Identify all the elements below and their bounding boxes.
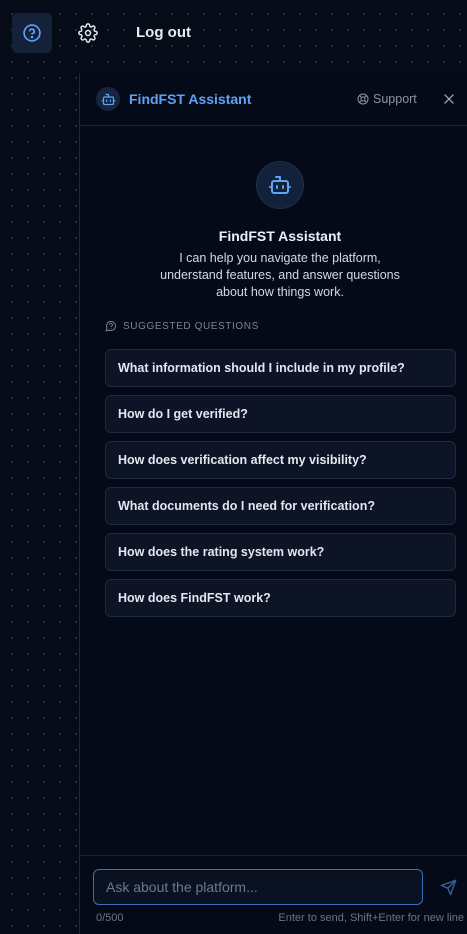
top-bar: Log out — [0, 0, 467, 66]
send-icon — [440, 879, 457, 896]
message-question-icon — [105, 321, 116, 332]
assistant-badge — [96, 87, 120, 111]
hero-title: FindFST Assistant — [218, 228, 342, 244]
suggested-questions-label: SUGGESTED QUESTIONS — [123, 320, 259, 332]
suggested-question[interactable]: How does verification affect my visibili… — [105, 441, 456, 479]
suggested-question[interactable]: How does the rating system work? — [105, 533, 456, 571]
settings-button[interactable] — [72, 17, 104, 49]
chat-composer: 0/500 Enter to send, Shift+Enter for new… — [80, 855, 467, 934]
suggested-questions-heading: SUGGESTED QUESTIONS — [105, 320, 259, 332]
gear-icon — [78, 23, 98, 43]
suggested-question[interactable]: How does FindFST work? — [105, 579, 456, 617]
question-circle-icon — [23, 24, 41, 42]
assistant-title: FindFST Assistant — [129, 91, 252, 107]
assistant-panel: FindFST Assistant Support FindFST Assist… — [79, 73, 467, 934]
logout-button[interactable]: Log out — [136, 24, 191, 41]
bot-icon — [269, 176, 291, 194]
close-button[interactable] — [442, 92, 456, 106]
chat-input[interactable] — [93, 869, 423, 905]
hero-avatar — [256, 161, 304, 209]
support-label: Support — [373, 92, 417, 106]
keyboard-hint: Enter to send, Shift+Enter for new line — [278, 912, 464, 924]
suggested-question[interactable]: How do I get verified? — [105, 395, 456, 433]
support-link[interactable]: Support — [357, 92, 417, 106]
life-buoy-icon — [357, 93, 369, 105]
character-counter: 0/500 — [96, 912, 124, 924]
assistant-header: FindFST Assistant Support — [80, 73, 467, 126]
suggested-questions-list: What information should I include in my … — [105, 349, 456, 625]
bot-icon — [101, 93, 115, 105]
close-icon — [444, 94, 454, 104]
suggested-question[interactable]: What information should I include in my … — [105, 349, 456, 387]
hero-description: I can help you navigate the platform, un… — [160, 251, 400, 299]
suggested-question[interactable]: What documents do I need for verificatio… — [105, 487, 456, 525]
send-button[interactable] — [440, 879, 458, 897]
help-button[interactable] — [12, 13, 52, 53]
